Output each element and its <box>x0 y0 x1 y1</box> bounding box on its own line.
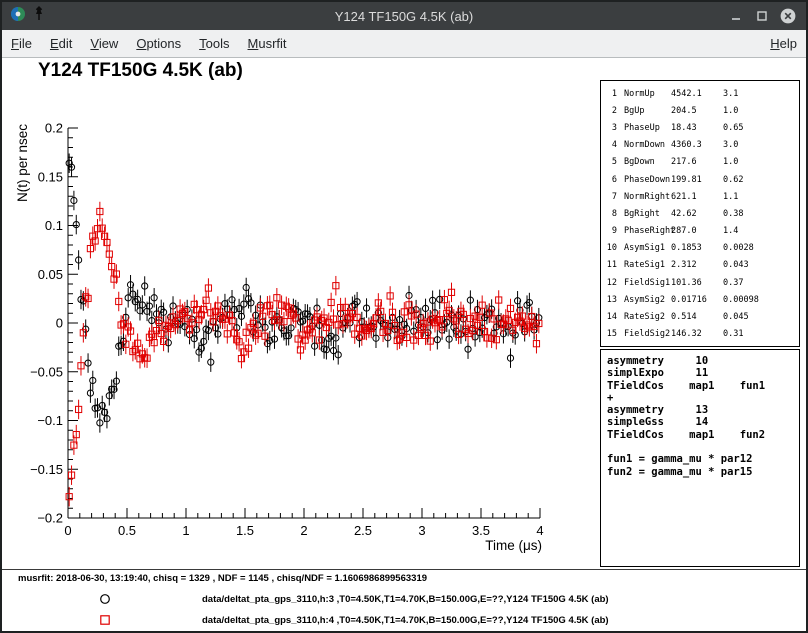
series-1-points <box>66 153 542 432</box>
theory-line: fun2 = gamma_mu * par15 <box>607 466 799 478</box>
parameter-table: 1NormUp4542.13.12BgUp204.51.03PhaseUp18.… <box>600 80 800 347</box>
svg-text:−0.05: −0.05 <box>30 364 63 379</box>
window-title: Y124 TF150G 4.5K (ab) <box>2 9 806 24</box>
close-button[interactable] <box>780 8 796 24</box>
musr-plot[interactable]: 0 0.5 1 1.5 2 2.5 3 3.5 4 0.2 0.15 0.1 0.05 0 −0.05 −0.… <box>2 58 602 570</box>
param-row: 5BgDown217.61.0 <box>605 154 799 171</box>
series-2-points <box>66 202 542 507</box>
svg-text:0.15: 0.15 <box>38 169 63 184</box>
maximize-button[interactable] <box>754 8 770 24</box>
circle-marker-icon <box>98 592 112 606</box>
minimize-button[interactable] <box>728 8 744 24</box>
menu-musrfit[interactable]: Musrfit <box>239 30 296 57</box>
svg-text:0.1: 0.1 <box>45 218 63 233</box>
param-row: 15FieldSig2146.320.31 <box>605 326 799 343</box>
menu-help[interactable]: Help <box>761 30 806 57</box>
svg-text:−0.1: −0.1 <box>37 413 63 428</box>
theory-line <box>607 441 799 453</box>
param-row: 11RateSig12.3120.043 <box>605 257 799 274</box>
legend-label: data/deltat_pta_gps_3110,h:3 ,T0=4.50K,T… <box>202 594 609 605</box>
param-row: 14RateSig20.5140.045 <box>605 308 799 325</box>
svg-text:0: 0 <box>56 316 63 331</box>
legend-item: data/deltat_pta_gps_3110,h:3 ,T0=4.50K,T… <box>98 590 609 608</box>
footer-divider <box>2 569 806 570</box>
menu-edit[interactable]: Edit <box>41 30 81 57</box>
svg-text:1: 1 <box>182 523 189 538</box>
theory-line: + <box>607 392 799 404</box>
param-row: 12FieldSig1101.360.37 <box>605 274 799 291</box>
param-row: 10AsymSig10.18530.0028 <box>605 240 799 257</box>
theory-line: simplExpo 11 <box>607 367 799 379</box>
param-row: 1NormUp4542.13.1 <box>605 85 799 102</box>
theory-line: asymmetry 10 <box>607 355 799 367</box>
svg-text:−0.2: −0.2 <box>37 511 63 526</box>
menu-view[interactable]: View <box>81 30 127 57</box>
svg-text:0: 0 <box>64 523 71 538</box>
svg-text:0.5: 0.5 <box>118 523 136 538</box>
legend-item: data/deltat_pta_gps_3110,h:4 ,T0=4.50K,T… <box>98 611 609 629</box>
svg-text:2: 2 <box>300 523 307 538</box>
param-row: 2BgUp204.51.0 <box>605 102 799 119</box>
param-row: 6PhaseDown199.810.62 <box>605 171 799 188</box>
param-row: 8BgRight42.620.38 <box>605 205 799 222</box>
legend-label: data/deltat_pta_gps_3110,h:4 ,T0=4.50K,T… <box>202 615 609 626</box>
menu-file[interactable]: File <box>2 30 41 57</box>
y-axis-title: N(t) per nsec <box>15 124 30 202</box>
titlebar[interactable]: Y124 TF150G 4.5K (ab) <box>2 2 806 30</box>
fit-stats: musrfit: 2018-06-30, 13:19:40, chisq = 1… <box>18 573 427 584</box>
theory-block: asymmetry 10simplExpo 11TFieldCos map1 f… <box>600 349 800 567</box>
axes <box>68 128 540 518</box>
square-marker-icon <box>98 613 112 627</box>
svg-text:4: 4 <box>536 523 543 538</box>
param-row: 3PhaseUp18.430.65 <box>605 119 799 136</box>
svg-text:0.05: 0.05 <box>38 267 63 282</box>
menu-tools[interactable]: Tools <box>190 30 238 57</box>
svg-text:0.2: 0.2 <box>45 121 63 136</box>
canvas-area: Y124 TF150G 4.5K (ab) 00.511.522.533.540… <box>2 58 806 631</box>
x-axis-title: Time (μs) <box>485 538 542 553</box>
param-row: 7NormRight621.11.1 <box>605 188 799 205</box>
theory-line: TFieldCos map1 fun2 <box>607 429 799 441</box>
svg-text:3.5: 3.5 <box>472 523 490 538</box>
app-icon[interactable] <box>10 6 26 27</box>
app-window: Y124 TF150G 4.5K (ab) FileEditViewOption… <box>0 0 808 633</box>
menu-help-container: Help <box>761 30 806 57</box>
theory-line: TFieldCos map1 fun1 <box>607 380 799 392</box>
menu-items: FileEditViewOptionsToolsMusrfit <box>2 30 296 57</box>
svg-text:3: 3 <box>418 523 425 538</box>
theory-line: fun1 = gamma_mu * par12 <box>607 453 799 465</box>
svg-text:2.5: 2.5 <box>354 523 372 538</box>
menu-options[interactable]: Options <box>127 30 190 57</box>
pin-icon[interactable] <box>33 6 45 26</box>
param-row: 13AsymSig20.017160.00098 <box>605 291 799 308</box>
param-row: 9PhaseRight287.01.4 <box>605 223 799 240</box>
svg-text:1.5: 1.5 <box>236 523 254 538</box>
param-row: 4NormDown4360.33.0 <box>605 137 799 154</box>
menubar: FileEditViewOptionsToolsMusrfit Help <box>2 30 806 58</box>
svg-text:−0.15: −0.15 <box>30 462 63 477</box>
theory-line: simpleGss 14 <box>607 416 799 428</box>
theory-line: asymmetry 13 <box>607 404 799 416</box>
